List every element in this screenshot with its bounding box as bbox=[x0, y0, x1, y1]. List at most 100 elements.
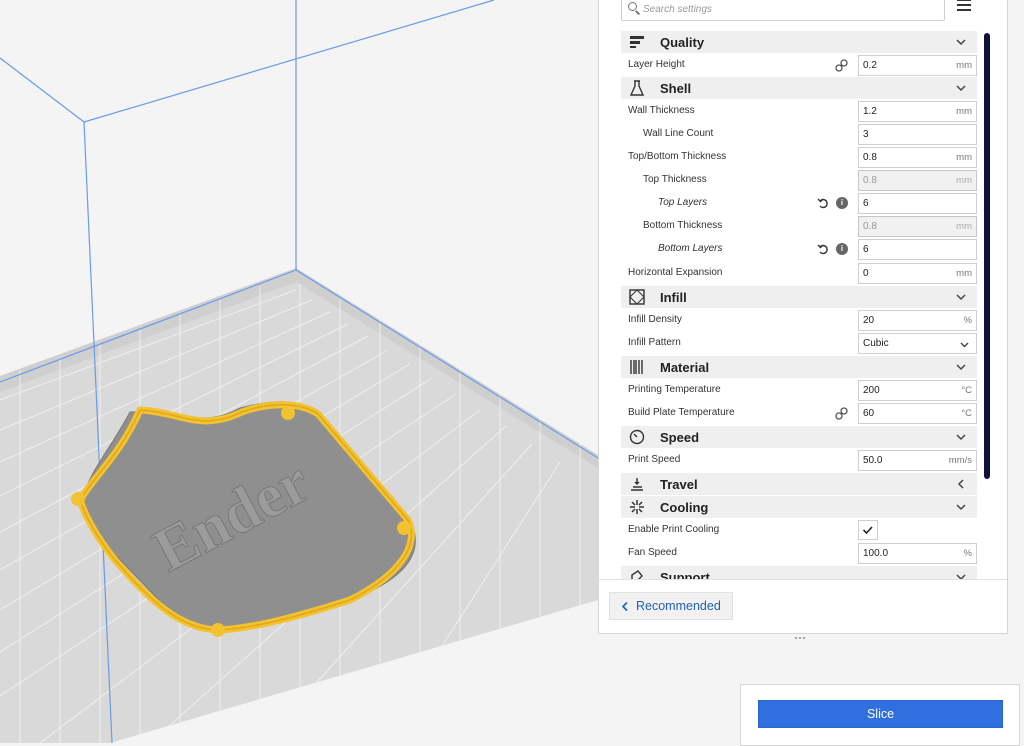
setting-fan-speed: Fan Speed 100.0 % bbox=[621, 542, 977, 565]
setting-label: Layer Height bbox=[628, 59, 685, 70]
category-label: Speed bbox=[660, 430, 700, 445]
settings-menu-button[interactable] bbox=[957, 0, 971, 11]
checkmark-icon bbox=[862, 526, 873, 535]
wall-line-count-field[interactable]: 3 bbox=[858, 124, 977, 145]
enable-print-cooling-checkbox[interactable] bbox=[858, 520, 878, 540]
setting-build-plate-temperature: Build Plate Temperature 60 °C bbox=[621, 402, 977, 425]
field-value: 0 bbox=[863, 268, 869, 279]
setting-top-bottom-thickness: Top/Bottom Thickness 0.8 mm bbox=[621, 146, 977, 169]
category-infill[interactable]: Infill bbox=[621, 286, 977, 308]
search-input[interactable] bbox=[641, 0, 935, 20]
field-unit: °C bbox=[961, 385, 972, 396]
infill-grid-icon bbox=[629, 289, 645, 305]
field-unit: mm bbox=[956, 106, 972, 117]
field-unit: % bbox=[963, 315, 972, 326]
top-layers-field[interactable]: 6 bbox=[858, 193, 977, 214]
recommended-button[interactable]: Recommended bbox=[609, 592, 733, 620]
field-value: 60 bbox=[863, 408, 875, 419]
setting-wall-line-count: Wall Line Count 3 bbox=[621, 123, 977, 146]
setting-label: Horizontal Expansion bbox=[628, 267, 723, 278]
setting-label: Infill Density bbox=[628, 314, 682, 325]
divider bbox=[599, 579, 1007, 580]
recommended-label: Recommended bbox=[636, 599, 721, 613]
infill-density-field[interactable]: 20 % bbox=[858, 310, 977, 331]
link-icon bbox=[835, 407, 848, 420]
build-plate-temperature-field[interactable]: 60 °C bbox=[858, 403, 977, 424]
setting-label: Infill Pattern bbox=[628, 337, 681, 348]
settings-list: Quality Layer Height 0.2 mm Shell Wall T… bbox=[621, 31, 977, 579]
field-value: 6 bbox=[863, 198, 869, 209]
setting-print-speed: Print Speed 50.0 mm/s bbox=[621, 449, 977, 472]
field-value: 50.0 bbox=[863, 455, 883, 466]
reset-icon[interactable] bbox=[817, 197, 829, 209]
setting-label: Bottom Thickness bbox=[643, 220, 723, 231]
bottom-layers-field[interactable]: 6 bbox=[858, 239, 977, 260]
barcode-icon bbox=[630, 360, 643, 374]
wall-thickness-field[interactable]: 1.2 mm bbox=[858, 101, 977, 122]
chevron-down-icon bbox=[956, 294, 966, 301]
category-travel[interactable]: Travel bbox=[621, 473, 977, 495]
category-label: Cooling bbox=[660, 500, 709, 515]
travel-icon bbox=[631, 478, 643, 491]
category-quality[interactable]: Quality bbox=[621, 31, 977, 53]
horizontal-expansion-field[interactable]: 0 mm bbox=[858, 263, 977, 284]
category-label: Support bbox=[660, 570, 710, 579]
setting-wall-thickness: Wall Thickness 1.2 mm bbox=[621, 100, 977, 123]
field-value: 20 bbox=[863, 315, 875, 326]
setting-label: Enable Print Cooling bbox=[628, 524, 720, 535]
field-value: 0.8 bbox=[863, 152, 877, 163]
category-material[interactable]: Material bbox=[621, 356, 977, 378]
setting-enable-print-cooling: Enable Print Cooling bbox=[621, 519, 977, 542]
category-label: Travel bbox=[660, 477, 698, 492]
info-icon[interactable]: i bbox=[836, 197, 848, 209]
search-icon bbox=[628, 2, 637, 11]
field-value: 6 bbox=[863, 244, 869, 255]
category-label: Material bbox=[660, 360, 710, 375]
top-bottom-thickness-field[interactable]: 0.8 mm bbox=[858, 147, 977, 168]
flask-icon bbox=[629, 80, 645, 96]
print-settings-panel: Quality Layer Height 0.2 mm Shell Wall T… bbox=[598, 0, 1008, 639]
setting-bottom-layers: Bottom Layers i 6 bbox=[621, 238, 977, 261]
category-label: Infill bbox=[660, 290, 687, 305]
field-value: 1.2 bbox=[863, 106, 877, 117]
setting-label: Fan Speed bbox=[628, 547, 677, 558]
field-value: 0.8 bbox=[863, 221, 877, 232]
chevron-down-icon bbox=[956, 85, 966, 92]
bottom-thickness-field[interactable]: 0.8 mm bbox=[858, 216, 977, 237]
setting-label: Top/Bottom Thickness bbox=[628, 151, 727, 162]
chevron-down-icon bbox=[960, 342, 969, 348]
infill-pattern-select[interactable]: Cubic bbox=[858, 333, 977, 354]
support-icon bbox=[631, 570, 643, 579]
category-shell[interactable]: Shell bbox=[621, 77, 977, 99]
category-speed[interactable]: Speed bbox=[621, 426, 977, 448]
slice-button[interactable]: Slice bbox=[758, 700, 1003, 728]
info-icon[interactable]: i bbox=[836, 243, 848, 255]
hamburger-icon bbox=[957, 0, 971, 1]
field-unit: °C bbox=[961, 408, 972, 419]
field-unit: mm/s bbox=[948, 455, 972, 466]
link-icon bbox=[835, 59, 848, 72]
panel-resize-handle[interactable] bbox=[795, 626, 811, 639]
setting-label: Build Plate Temperature bbox=[628, 407, 735, 418]
settings-scrollbar[interactable] bbox=[984, 33, 990, 479]
print-speed-field[interactable]: 50.0 mm/s bbox=[858, 450, 977, 471]
search-box[interactable] bbox=[621, 0, 945, 21]
setting-top-thickness: Top Thickness 0.8 mm bbox=[621, 169, 977, 192]
setting-horizontal-expansion: Horizontal Expansion 0 mm bbox=[621, 262, 977, 285]
top-thickness-field[interactable]: 0.8 mm bbox=[858, 170, 977, 191]
field-unit: mm bbox=[956, 221, 972, 232]
category-label: Quality bbox=[660, 35, 705, 50]
category-support[interactable]: Support bbox=[621, 566, 977, 579]
field-unit: mm bbox=[956, 60, 972, 71]
quality-lines-icon bbox=[630, 36, 644, 48]
layer-height-field[interactable]: 0.2 mm bbox=[858, 55, 977, 76]
chevron-down-icon bbox=[956, 39, 966, 46]
printing-temperature-field[interactable]: 200 °C bbox=[858, 380, 977, 401]
fan-speed-field[interactable]: 100.0 % bbox=[858, 543, 977, 564]
setting-label: Top Layers bbox=[658, 197, 708, 208]
category-cooling[interactable]: Cooling bbox=[621, 496, 977, 518]
field-value: 0.2 bbox=[863, 60, 877, 71]
field-value: Cubic bbox=[863, 338, 889, 349]
chevron-down-icon bbox=[956, 364, 966, 371]
reset-icon[interactable] bbox=[817, 243, 829, 255]
